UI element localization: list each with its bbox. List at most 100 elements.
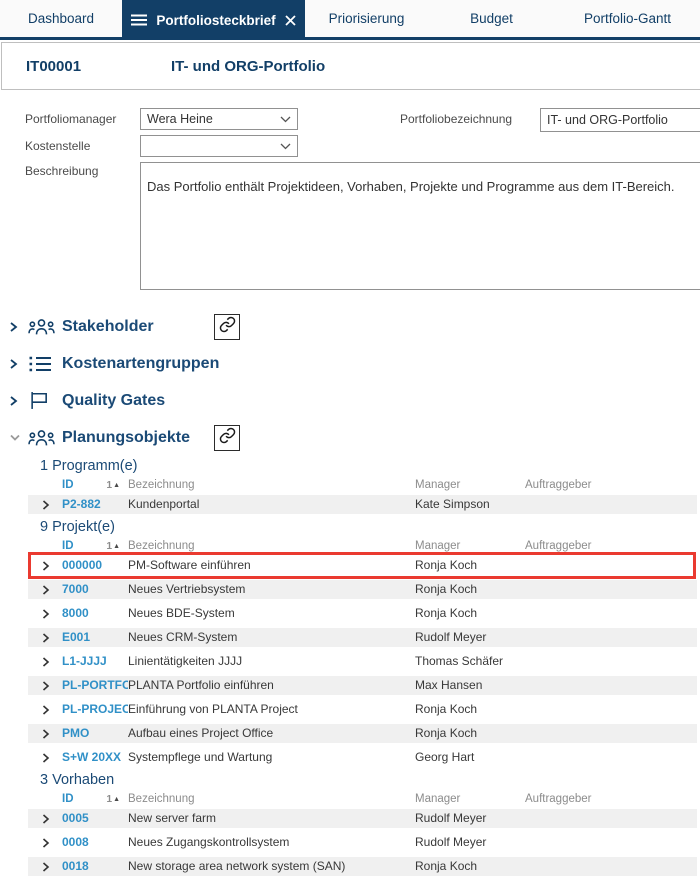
kostenstelle-label: Kostenstelle (25, 139, 91, 153)
chevron-right-icon[interactable] (8, 394, 19, 408)
table-row[interactable]: 000000 PM-Software einführen Ronja Koch (28, 552, 697, 579)
section-kostenartengruppen[interactable]: Kostenartengruppen (0, 345, 700, 382)
expand-chevron-icon[interactable] (28, 556, 62, 575)
row-manager: Ronja Koch (415, 558, 478, 572)
chevron-right-icon[interactable] (8, 320, 19, 334)
row-bezeichnung: Linientätigkeiten JJJJ (128, 654, 243, 668)
row-bezeichnung: New server farm (128, 811, 217, 825)
section-stakeholder[interactable]: Stakeholder (0, 308, 700, 345)
row-bezeichnung: Neues Zugangskontrollsystem (128, 835, 290, 849)
column-header-auftraggeber[interactable]: Auftraggeber (525, 479, 697, 492)
row-bezeichnung: Einführung von PLANTA Project (128, 702, 298, 716)
expand-chevron-icon[interactable] (28, 748, 62, 767)
row-auftraggeber (525, 724, 697, 743)
row-id-link[interactable]: E001 (62, 628, 128, 647)
table-row[interactable]: L1-JJJJ Linientätigkeiten JJJJ Thomas Schä… (28, 652, 697, 671)
column-header-id[interactable]: ID 1▲ (62, 540, 128, 553)
table-row[interactable]: 7000 Neues Vertriebsystem Ronja Koch (28, 580, 697, 599)
menu-icon[interactable] (131, 14, 148, 26)
row-auftraggeber (525, 700, 697, 719)
link-button[interactable] (214, 424, 240, 451)
column-header-manager[interactable]: Manager (415, 793, 525, 806)
portfolio-header: IT00001 IT- und ORG-Portfolio (1, 42, 700, 90)
row-id-link[interactable]: S+W 20XX (62, 748, 128, 767)
row-auftraggeber (525, 833, 697, 852)
sort-indicator[interactable]: 1▲ (107, 540, 121, 553)
table-row[interactable]: PL-PROJECTEinführung von PLANTA Project R… (28, 700, 697, 719)
sort-asc-icon: ▲ (113, 796, 120, 803)
expand-chevron-icon[interactable] (28, 857, 62, 876)
expand-chevron-icon[interactable] (28, 809, 62, 828)
tab-portfolio-gantt[interactable]: Portfolio-Gantt (555, 0, 700, 37)
expand-chevron-icon[interactable] (28, 833, 62, 852)
row-manager: Ronja Koch (415, 606, 478, 620)
tab-portfoliosteckbrief[interactable]: Portfoliosteckbrief (122, 0, 305, 40)
section-label: Kostenartengruppen (62, 354, 220, 372)
link-icon (219, 427, 236, 449)
column-header-auftraggeber[interactable]: Auftraggeber (525, 540, 697, 553)
row-id-link[interactable]: 000000 (62, 556, 128, 575)
kostenstelle-select[interactable] (140, 135, 298, 157)
row-auftraggeber (525, 857, 697, 876)
tab-dashboard[interactable]: Dashboard (0, 0, 122, 37)
close-icon[interactable] (285, 14, 296, 26)
row-id-link[interactable]: L1-JJJJ (62, 652, 128, 671)
tab-priorisierung[interactable]: Priorisierung (305, 0, 428, 37)
table-row[interactable]: 8000 Neues BDE-System Ronja Koch (28, 604, 697, 623)
column-header-auftraggeber[interactable]: Auftraggeber (525, 793, 697, 806)
expand-chevron-icon[interactable] (28, 724, 62, 743)
row-manager: Rudolf Meyer (415, 835, 487, 849)
chevron-right-icon[interactable] (8, 357, 19, 371)
section-label: Planungsobjekte (62, 428, 191, 446)
row-manager: Thomas Schäfer (415, 654, 504, 668)
table-row[interactable]: PMO Aufbau eines Project Office Ronja Koch (28, 724, 697, 743)
sort-indicator[interactable]: 1▲ (107, 479, 121, 492)
expand-chevron-icon[interactable] (28, 495, 62, 514)
expand-chevron-icon[interactable] (28, 700, 62, 719)
section-quality-gates[interactable]: Quality Gates (0, 382, 700, 419)
column-header-manager[interactable]: Manager (415, 479, 525, 492)
link-button[interactable] (214, 313, 240, 340)
row-id-link[interactable]: 7000 (62, 580, 128, 599)
planning-group: 1 Programm(e) ID 1▲ Bezeichnung Manager Auftr… (0, 458, 700, 514)
column-header-bezeichnung[interactable]: Bezeichnung (128, 540, 415, 553)
table-row[interactable]: 0018 New storage area network system (SAN… (28, 857, 697, 876)
link-icon (219, 316, 236, 338)
row-id-link[interactable]: 0008 (62, 833, 128, 852)
column-header-id-label: ID (62, 793, 74, 805)
column-header-manager[interactable]: Manager (415, 540, 525, 553)
expand-chevron-icon[interactable] (28, 676, 62, 695)
table-row[interactable]: 0005 New server farm Rudolf Meyer (28, 809, 697, 828)
section-planungsobjekte[interactable]: Planungsobjekte (0, 419, 700, 456)
row-id-link[interactable]: PL-PROJECT (62, 700, 128, 719)
row-id-link[interactable]: 0018 (62, 857, 128, 876)
column-header-id[interactable]: ID 1▲ (62, 793, 128, 806)
tab-budget[interactable]: Budget (428, 0, 555, 37)
column-header-id[interactable]: ID 1▲ (62, 479, 128, 492)
chevron-down-icon[interactable] (8, 432, 22, 443)
table-row[interactable]: E001 Neues CRM-System Rudolf Meyer (28, 628, 697, 647)
beschreibung-textarea[interactable]: Das Portfolio enthält Projektideen, Vorh… (140, 162, 700, 290)
table-row[interactable]: PL-PORTFO...PLANTA Portfolio einführen Ma… (28, 676, 697, 695)
sort-indicator[interactable]: 1▲ (107, 793, 121, 806)
row-id-link[interactable]: PMO (62, 724, 128, 743)
expand-chevron-icon[interactable] (28, 580, 62, 599)
expand-chevron-icon[interactable] (28, 628, 62, 647)
section-label: Stakeholder (62, 317, 154, 335)
row-id-link[interactable]: 8000 (62, 604, 128, 623)
expand-chevron-icon[interactable] (28, 604, 62, 623)
row-id-link[interactable]: 0005 (62, 809, 128, 828)
row-id-link[interactable]: P2-882 (62, 495, 128, 514)
table-row[interactable]: 0008 Neues Zugangskontrollsystem Rudolf Me… (28, 833, 697, 852)
column-header-id-label: ID (62, 540, 74, 552)
expand-chevron-icon[interactable] (28, 652, 62, 671)
portfoliobezeichnung-input[interactable]: IT- und ORG-Portfolio (540, 108, 700, 132)
table-row[interactable]: P2-882 Kundenportal Kate Simpson (28, 495, 697, 514)
portfoliomanager-select[interactable]: Wera Heine (140, 108, 298, 130)
column-header-bezeichnung[interactable]: Bezeichnung (128, 793, 415, 806)
column-header-bezeichnung[interactable]: Bezeichnung (128, 479, 415, 492)
row-id-link[interactable]: PL-PORTFO... (62, 676, 128, 695)
sections-list: Stakeholder Kostenartengruppen Quality Gat… (0, 308, 700, 456)
table-row[interactable]: S+W 20XX Systempflege und Wartung Georg Ha… (28, 748, 697, 767)
row-manager: Rudolf Meyer (415, 630, 487, 644)
